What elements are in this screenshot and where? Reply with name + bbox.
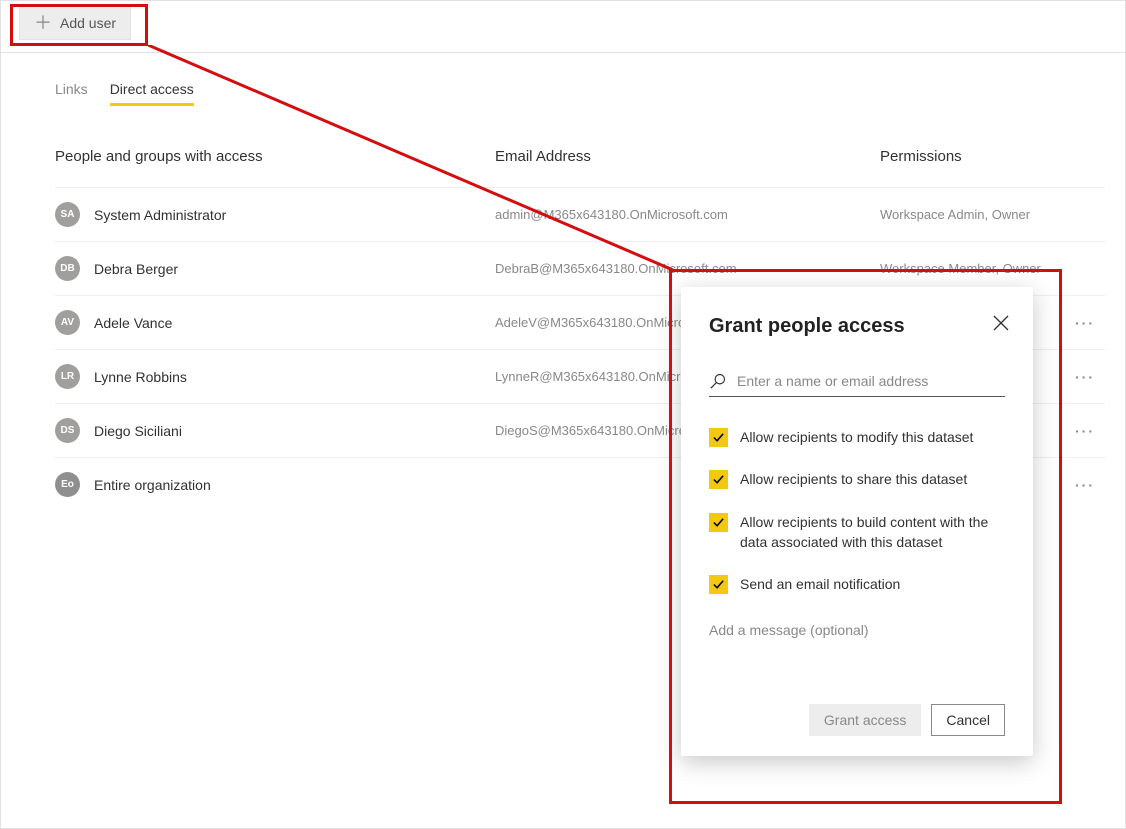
app-frame: ＋ Add user Links Direct access People an… (0, 0, 1126, 829)
user-name: Lynne Robbins (94, 369, 187, 385)
checkbox-label: Allow recipients to build content with t… (740, 512, 1005, 553)
checkmark-icon (712, 473, 725, 486)
cell-permissions: Workspace Member, Owner (880, 261, 1105, 276)
message-input[interactable]: Add a message (optional) (709, 622, 1005, 638)
avatar: LR (55, 364, 80, 389)
user-name: Debra Berger (94, 261, 178, 277)
cell-email: admin@M365x643180.OnMicrosoft.com (495, 207, 880, 222)
more-options-button[interactable]: ··· (1075, 315, 1095, 331)
table-header: People and groups with access Email Addr… (55, 136, 1105, 187)
search-icon (709, 372, 727, 390)
toolbar: ＋ Add user (1, 1, 1125, 53)
cell-name: DB Debra Berger (55, 256, 495, 281)
close-button[interactable] (993, 315, 1009, 336)
avatar: Eo (55, 472, 80, 497)
checkbox-row: Allow recipients to build content with t… (709, 512, 1005, 553)
more-options-button[interactable]: ··· (1075, 477, 1095, 493)
checkmark-icon (712, 431, 725, 444)
header-email: Email Address (495, 148, 880, 165)
checkbox-label: Allow recipients to share this dataset (740, 469, 967, 489)
cancel-button[interactable]: Cancel (931, 704, 1005, 736)
checkbox[interactable] (709, 575, 728, 594)
add-user-button[interactable]: ＋ Add user (19, 5, 131, 40)
checkbox-label: Allow recipients to modify this dataset (740, 427, 973, 447)
cell-name: AV Adele Vance (55, 310, 495, 335)
plus-icon: ＋ (34, 14, 52, 32)
user-name: Entire organization (94, 477, 211, 493)
cell-name: SA System Administrator (55, 202, 495, 227)
user-name: Diego Siciliani (94, 423, 182, 439)
checkmark-icon (712, 516, 725, 529)
cell-name: DS Diego Siciliani (55, 418, 495, 443)
tab-links[interactable]: Links (55, 81, 88, 106)
checkbox-row: Allow recipients to modify this dataset (709, 427, 1005, 447)
tabs: Links Direct access (55, 81, 194, 106)
table-row: SA System Administrator admin@M365x643180.… (55, 187, 1105, 241)
avatar: AV (55, 310, 80, 335)
grant-access-dialog: Grant people access Allow recipients to … (681, 287, 1033, 756)
search-row (709, 372, 1005, 397)
tab-direct-access[interactable]: Direct access (110, 81, 194, 106)
cell-name: LR Lynne Robbins (55, 364, 495, 389)
checkbox-list: Allow recipients to modify this dataset A… (709, 427, 1005, 594)
permission-text: Workspace Admin, Owner (880, 207, 1030, 222)
avatar: SA (55, 202, 80, 227)
header-permissions: Permissions (880, 148, 1105, 165)
cell-permissions: Workspace Admin, Owner (880, 207, 1105, 222)
checkbox-row: Send an email notification (709, 574, 1005, 594)
more-options-button[interactable]: ··· (1075, 423, 1095, 439)
recipient-input[interactable] (737, 373, 1005, 389)
cell-email: DebraB@M365x643180.OnMicrosoft.com (495, 261, 880, 276)
more-options-button[interactable]: ··· (1075, 369, 1095, 385)
user-name: System Administrator (94, 207, 226, 223)
cell-name: Eo Entire organization (55, 472, 495, 497)
dialog-title: Grant people access (709, 315, 1005, 338)
header-name: People and groups with access (55, 148, 495, 165)
dialog-footer: Grant access Cancel (709, 704, 1005, 736)
checkmark-icon (712, 578, 725, 591)
checkbox[interactable] (709, 470, 728, 489)
permission-text: Workspace Member, Owner (880, 261, 1041, 276)
checkbox[interactable] (709, 513, 728, 532)
checkbox[interactable] (709, 428, 728, 447)
user-name: Adele Vance (94, 315, 172, 331)
avatar: DS (55, 418, 80, 443)
add-user-label: Add user (60, 15, 116, 31)
checkbox-label: Send an email notification (740, 574, 900, 594)
avatar: DB (55, 256, 80, 281)
close-icon (993, 315, 1009, 331)
checkbox-row: Allow recipients to share this dataset (709, 469, 1005, 489)
grant-access-button[interactable]: Grant access (809, 704, 921, 736)
